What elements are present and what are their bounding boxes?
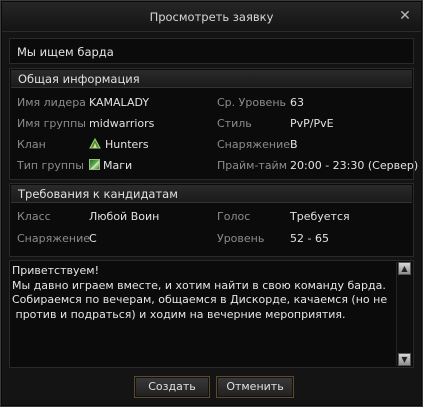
voice-value: Требуется xyxy=(290,210,350,223)
req-equipment-label: Снаряжение xyxy=(17,232,90,245)
group-type-value: Маги xyxy=(103,159,133,172)
create-button[interactable]: Создать xyxy=(134,376,210,398)
avg-level-label: Ср. Уровень xyxy=(217,96,286,109)
title-bar: Просмотреть заявку ✕ xyxy=(2,2,421,32)
clan-value-wrap: Hunters xyxy=(89,137,149,153)
message-box[interactable]: Приветствуем! Мы давно играем вместе, и … xyxy=(9,260,414,368)
leader-label: Имя лидера xyxy=(17,96,86,109)
group-name-label: Имя группы xyxy=(17,117,86,130)
group-type-value-wrap: Маги xyxy=(89,158,132,174)
style-label: Стиль xyxy=(217,117,252,130)
group-name-value: midwarriors xyxy=(89,117,155,130)
prime-time-value: 20:00 - 23:30 (Сервер) xyxy=(290,159,419,172)
message-text[interactable]: Приветствуем! Мы давно играем вместе, и … xyxy=(12,264,393,365)
general-info-header: Общая информация xyxy=(11,70,412,88)
class-value: Любой Воин xyxy=(89,210,160,223)
req-level-label: Уровень xyxy=(217,232,265,245)
mage-class-icon xyxy=(89,159,100,170)
equipment-label: Снаряжение xyxy=(217,138,290,151)
view-application-window: Просмотреть заявку ✕ Мы ищем барда Общая… xyxy=(0,0,423,407)
scroll-up-icon[interactable]: ▲ xyxy=(398,262,411,275)
requirements-header: Требования к кандидатам xyxy=(11,185,412,203)
prime-time-label: Прайм-тайм xyxy=(217,159,288,172)
equipment-value: B xyxy=(290,138,298,151)
class-label: Класс xyxy=(17,210,51,223)
group-type-label: Тип группы xyxy=(17,159,84,172)
style-value: PvP/PvE xyxy=(290,117,334,130)
general-info-section: Общая информация Имя лидера KAMALADY Ср.… xyxy=(9,68,418,180)
clan-value: Hunters xyxy=(105,138,149,151)
message-scrollbar[interactable]: ▲ ▼ xyxy=(396,262,412,366)
leader-value: KAMALADY xyxy=(89,96,150,109)
voice-label: Голос xyxy=(217,210,251,223)
avg-level-value: 63 xyxy=(290,96,304,109)
clan-label: Клан xyxy=(17,138,46,151)
cancel-button[interactable]: Отменить xyxy=(216,376,294,398)
request-title: Мы ищем барда xyxy=(9,38,414,64)
requirements-section: Требования к кандидатам Класс Любой Воин… xyxy=(9,183,414,257)
req-level-value: 52 - 65 xyxy=(290,232,329,245)
close-icon[interactable]: ✕ xyxy=(397,8,413,24)
clan-emblem-icon xyxy=(89,138,101,149)
window-title: Просмотреть заявку xyxy=(149,10,274,24)
scroll-down-icon[interactable]: ▼ xyxy=(398,353,411,366)
req-equipment-value: C xyxy=(89,232,97,245)
